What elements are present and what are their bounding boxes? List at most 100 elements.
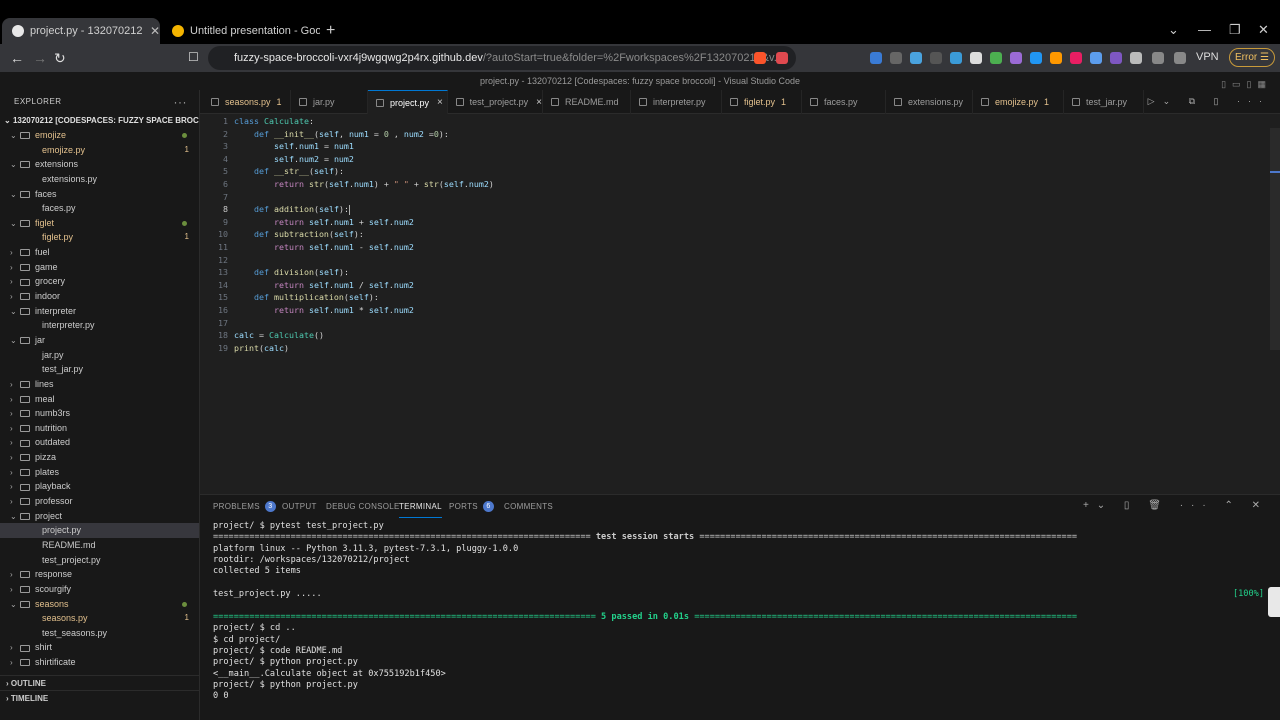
extension-icon[interactable] xyxy=(950,52,962,64)
maximize-icon[interactable]: ❐ xyxy=(1229,22,1241,38)
panel-tab[interactable]: DEBUG CONSOLE xyxy=(326,500,400,512)
extension-icon[interactable] xyxy=(1110,52,1122,64)
tree-folder[interactable]: › shirt xyxy=(0,640,199,655)
code-line[interactable]: 18 calc = Calculate() xyxy=(200,329,324,342)
tree-folder[interactable]: › fuel xyxy=(0,245,199,260)
editor-tab[interactable]: test_project.py × xyxy=(448,90,543,114)
editor-actions[interactable]: ▷⌄ ⧉ ▯ ··· xyxy=(1148,96,1270,107)
github-icon[interactable] xyxy=(970,52,982,64)
tree-folder[interactable]: › meal xyxy=(0,392,199,407)
extension-icon[interactable] xyxy=(1090,52,1102,64)
extension-icon[interactable] xyxy=(1010,52,1022,64)
address-bar[interactable]: fuzzy-space-broccoli-vxr4j9wgqwg2p4rx.gi… xyxy=(208,46,796,70)
code-line[interactable]: 19 print(calc) xyxy=(200,342,289,355)
tree-folder[interactable]: › plates xyxy=(0,465,199,480)
code-line[interactable]: 17 xyxy=(200,317,234,330)
tree-file[interactable]: extensions.py xyxy=(0,172,199,187)
tab-search-icon[interactable]: ⌄ xyxy=(1168,22,1179,38)
terminal-output[interactable]: project/ $ pytest test_project.py =======… xyxy=(213,521,1268,717)
extension-icon[interactable] xyxy=(990,52,1002,64)
tree-folder[interactable]: ⌄ seasons xyxy=(0,597,199,612)
download-icon[interactable] xyxy=(910,52,922,64)
editor-tab[interactable]: jar.py xyxy=(291,90,368,114)
editor-tab[interactable]: project.py × xyxy=(368,90,448,114)
tree-folder[interactable]: › playback xyxy=(0,479,199,494)
tree-folder[interactable]: › grocery xyxy=(0,274,199,289)
tree-folder[interactable]: › lines xyxy=(0,377,199,392)
browser-tab[interactable]: Untitled presentation - Google Slid xyxy=(162,19,320,43)
new-tab-button[interactable]: + xyxy=(326,22,335,40)
terminal-side-handle[interactable] xyxy=(1268,587,1280,617)
sidebar-toggle-icon[interactable] xyxy=(1152,52,1164,64)
tree-folder[interactable]: › professor xyxy=(0,494,199,509)
tree-file[interactable]: project.py xyxy=(0,523,199,538)
tree-file[interactable]: test_seasons.py xyxy=(0,626,199,641)
forward-icon[interactable]: → xyxy=(33,50,47,66)
tree-folder[interactable]: ⌄ project xyxy=(0,509,199,524)
tree-folder[interactable]: ⌄ extensions xyxy=(0,157,199,172)
tree-folder[interactable]: › shirtificate xyxy=(0,655,199,670)
minimize-icon[interactable]: — xyxy=(1198,22,1211,37)
tree-folder[interactable]: › outdated xyxy=(0,435,199,450)
tree-folder[interactable]: › nutrition xyxy=(0,421,199,436)
tree-folder[interactable]: ⌄ figlet xyxy=(0,216,199,231)
extension-icon[interactable] xyxy=(930,52,942,64)
panel-tab[interactable]: TERMINAL xyxy=(399,500,442,518)
vpn-button[interactable]: VPN xyxy=(1196,51,1219,63)
code-line[interactable]: 10 def subtraction(self): xyxy=(200,228,364,241)
close-tab-icon[interactable]: × xyxy=(437,97,443,108)
extensions-puzzle-icon[interactable] xyxy=(1130,52,1142,64)
tree-file[interactable]: jar.py xyxy=(0,348,199,363)
code-line[interactable]: 13 def division(self): xyxy=(200,266,349,279)
extension-icon[interactable] xyxy=(1030,52,1042,64)
tree-folder[interactable]: › indoor xyxy=(0,289,199,304)
code-line[interactable]: 12 xyxy=(200,254,234,267)
panel-tab[interactable]: PORTS 6 xyxy=(449,500,494,512)
outline-section[interactable]: › OUTLINE xyxy=(0,675,199,690)
code-line[interactable]: 11 return self.num1 - self.num2 xyxy=(200,241,414,254)
tree-file[interactable]: figlet.py 1 xyxy=(0,230,199,245)
editor-tab[interactable]: interpreter.py xyxy=(631,90,722,114)
tree-folder[interactable]: › numb3rs xyxy=(0,406,199,421)
code-line[interactable]: 2 def __init__(self, num1 = 0 , num2 =0)… xyxy=(200,128,449,141)
tree-folder[interactable]: ⌄ emojize xyxy=(0,128,199,143)
editor-tab[interactable]: figlet.py 1 xyxy=(722,90,802,114)
extension-icon[interactable] xyxy=(1070,52,1082,64)
code-line[interactable]: 8 def addition(self): xyxy=(200,203,350,216)
editor-tab[interactable]: extensions.py xyxy=(886,90,973,114)
panel-tab[interactable]: COMMENTS xyxy=(504,500,553,512)
tree-folder[interactable]: › response xyxy=(0,567,199,582)
close-tab-icon[interactable]: ✕ xyxy=(150,24,160,38)
panel-tab[interactable]: OUTPUT xyxy=(282,500,317,512)
code-line[interactable]: 7 xyxy=(200,191,234,204)
tree-file[interactable]: faces.py xyxy=(0,201,199,216)
tree-folder[interactable]: ⌄ jar xyxy=(0,333,199,348)
extension-icon[interactable] xyxy=(870,52,882,64)
code-line[interactable]: 15 def multiplication(self): xyxy=(200,291,379,304)
code-line[interactable]: 5 def __str__(self): xyxy=(200,165,344,178)
code-editor[interactable]: 1 class Calculate: 2 def __init__(self, nu… xyxy=(200,114,1280,494)
panel-actions[interactable]: +⌄ ▯ 🗑 ··· ⌃ ✕ xyxy=(1083,500,1268,511)
tree-folder[interactable]: ⌄ faces xyxy=(0,187,199,202)
code-line[interactable]: 6 return str(self.num1) + " " + str(self… xyxy=(200,178,494,191)
extension-icon[interactable] xyxy=(890,52,902,64)
brave-rewards-icon[interactable] xyxy=(776,52,788,64)
more-actions-icon[interactable]: ··· xyxy=(174,90,188,114)
reload-icon[interactable]: ↻ xyxy=(54,50,66,67)
code-line[interactable]: 16 return self.num1 * self.num2 xyxy=(200,304,414,317)
tree-file[interactable]: README.md xyxy=(0,538,199,553)
wallet-icon[interactable] xyxy=(1174,52,1186,64)
editor-tab[interactable]: seasons.py 1 xyxy=(203,90,291,114)
close-window-icon[interactable]: ✕ xyxy=(1258,22,1269,38)
browser-tab[interactable]: project.py - 132070212 [Codesp ✕ xyxy=(2,18,160,44)
code-line[interactable]: 4 self.num2 = num2 xyxy=(200,153,354,166)
tree-file[interactable]: seasons.py 1 xyxy=(0,611,199,626)
workspace-header[interactable]: ⌄ 132070212 [CODESPACES: FUZZY SPACE BRO… xyxy=(0,114,199,128)
editor-tab[interactable]: emojize.py 1 xyxy=(973,90,1064,114)
tree-folder[interactable]: › pizza xyxy=(0,450,199,465)
brave-shield-icon[interactable] xyxy=(754,52,766,64)
editor-tab[interactable]: faces.py xyxy=(802,90,886,114)
tree-folder[interactable]: › scourgify xyxy=(0,582,199,597)
code-line[interactable]: 3 self.num1 = num1 xyxy=(200,140,354,153)
tree-file[interactable]: emojize.py 1 xyxy=(0,143,199,158)
